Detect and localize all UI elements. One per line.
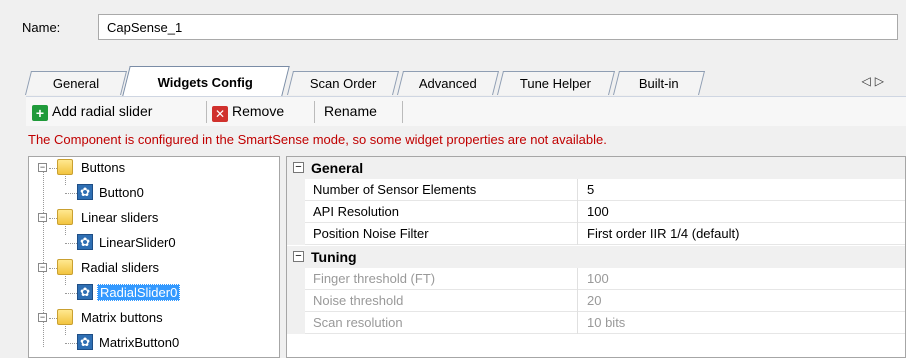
tab-tune-helper[interactable]: Tune Helper	[497, 71, 615, 95]
property-key: Position Noise Filter	[313, 226, 429, 241]
folder-icon	[57, 159, 73, 175]
widget-tree[interactable]: − Buttons ✿ Button0 − Linear sliders ✿ L…	[28, 156, 280, 358]
property-key: Scan resolution	[313, 315, 403, 330]
property-value: 20	[587, 293, 602, 308]
collapse-icon[interactable]: −	[38, 213, 47, 222]
toolbar-separator	[206, 101, 207, 123]
add-radial-slider-button[interactable]: + Add radial slider	[32, 101, 152, 123]
tree-connector	[49, 218, 57, 219]
property-key: Number of Sensor Elements	[313, 182, 477, 197]
property-key: API Resolution	[313, 204, 399, 219]
tab-scan-order[interactable]: Scan Order	[287, 71, 399, 95]
gear-icon: ✿	[77, 234, 93, 250]
category-tuning[interactable]: − Tuning	[287, 246, 905, 268]
toolbar-separator	[314, 101, 315, 123]
tree-connector	[49, 268, 57, 269]
tree-item-button0[interactable]: ✿ Button0	[29, 182, 279, 204]
collapse-icon[interactable]: −	[38, 163, 47, 172]
property-key: Finger threshold (FT)	[313, 271, 436, 286]
tree-item-linearslider0[interactable]: ✿ LinearSlider0	[29, 232, 279, 254]
folder-icon	[57, 209, 73, 225]
property-row[interactable]: API Resolution 100	[287, 201, 905, 223]
tab-scroll-right-icon[interactable]: ▷	[875, 74, 888, 88]
tree-connector	[65, 243, 77, 244]
property-key: Noise threshold	[313, 293, 404, 308]
tree-connector	[49, 318, 57, 319]
collapse-icon[interactable]: −	[293, 162, 304, 173]
gear-icon: ✿	[77, 184, 93, 200]
toolbar-separator	[402, 101, 403, 123]
tree-connector	[49, 168, 57, 169]
property-row[interactable]: Number of Sensor Elements 5	[287, 179, 905, 201]
property-value[interactable]: 5	[587, 182, 594, 197]
tree-item-radialslider0[interactable]: ✿ RadialSlider0	[29, 282, 279, 304]
tree-item-matrix-buttons[interactable]: − Matrix buttons	[29, 307, 279, 329]
collapse-icon[interactable]: −	[38, 313, 47, 322]
tree-item-matrixbutton0[interactable]: ✿ MatrixButton0	[29, 332, 279, 354]
property-row: Finger threshold (FT) 100	[287, 268, 905, 290]
name-row: Name:	[10, 14, 902, 42]
tree-connector	[65, 193, 77, 194]
x-icon: ✕	[212, 106, 228, 122]
property-value: 10 bits	[587, 315, 626, 330]
tab-widgets-config[interactable]: Widgets Config	[122, 66, 290, 96]
gear-icon: ✿	[77, 284, 93, 300]
category-general[interactable]: − General	[287, 157, 905, 179]
tree-item-linear-sliders[interactable]: − Linear sliders	[29, 207, 279, 229]
tab-strip: General Widgets Config Scan Order Advanc…	[25, 66, 888, 96]
property-row: Scan resolution 10 bits	[287, 312, 905, 334]
folder-icon	[57, 259, 73, 275]
plus-icon: +	[32, 105, 48, 121]
collapse-icon[interactable]: −	[293, 251, 304, 262]
tab-scroll-left-icon[interactable]: ◁	[862, 74, 875, 88]
toolbar: + Add radial slider ✕ Remove Rename	[26, 96, 906, 126]
tree-item-radial-sliders[interactable]: − Radial sliders	[29, 257, 279, 279]
property-row: Noise threshold 20	[287, 290, 905, 312]
property-row[interactable]: Position Noise Filter First order IIR 1/…	[287, 223, 905, 245]
remove-button[interactable]: ✕ Remove	[212, 101, 284, 123]
gear-icon: ✿	[77, 334, 93, 350]
property-value[interactable]: 100	[587, 204, 609, 219]
folder-icon	[57, 309, 73, 325]
property-value[interactable]: First order IIR 1/4 (default)	[587, 226, 739, 241]
property-grid: − General Number of Sensor Elements 5 AP…	[286, 156, 906, 358]
name-label: Name:	[22, 20, 61, 35]
tree-item-buttons[interactable]: − Buttons	[29, 157, 279, 179]
tab-scroll-buttons: ◁▷	[862, 74, 888, 88]
property-value: 100	[587, 271, 609, 286]
collapse-icon[interactable]: −	[38, 263, 47, 272]
rename-button[interactable]: Rename	[324, 101, 377, 123]
tree-connector	[65, 343, 77, 344]
name-input[interactable]	[98, 14, 898, 40]
tab-built-in[interactable]: Built-in	[613, 71, 705, 95]
tab-general[interactable]: General	[25, 71, 127, 95]
smartsense-warning: The Component is configured in the Smart…	[28, 132, 607, 147]
tab-advanced[interactable]: Advanced	[397, 71, 499, 95]
tree-connector	[65, 293, 77, 294]
